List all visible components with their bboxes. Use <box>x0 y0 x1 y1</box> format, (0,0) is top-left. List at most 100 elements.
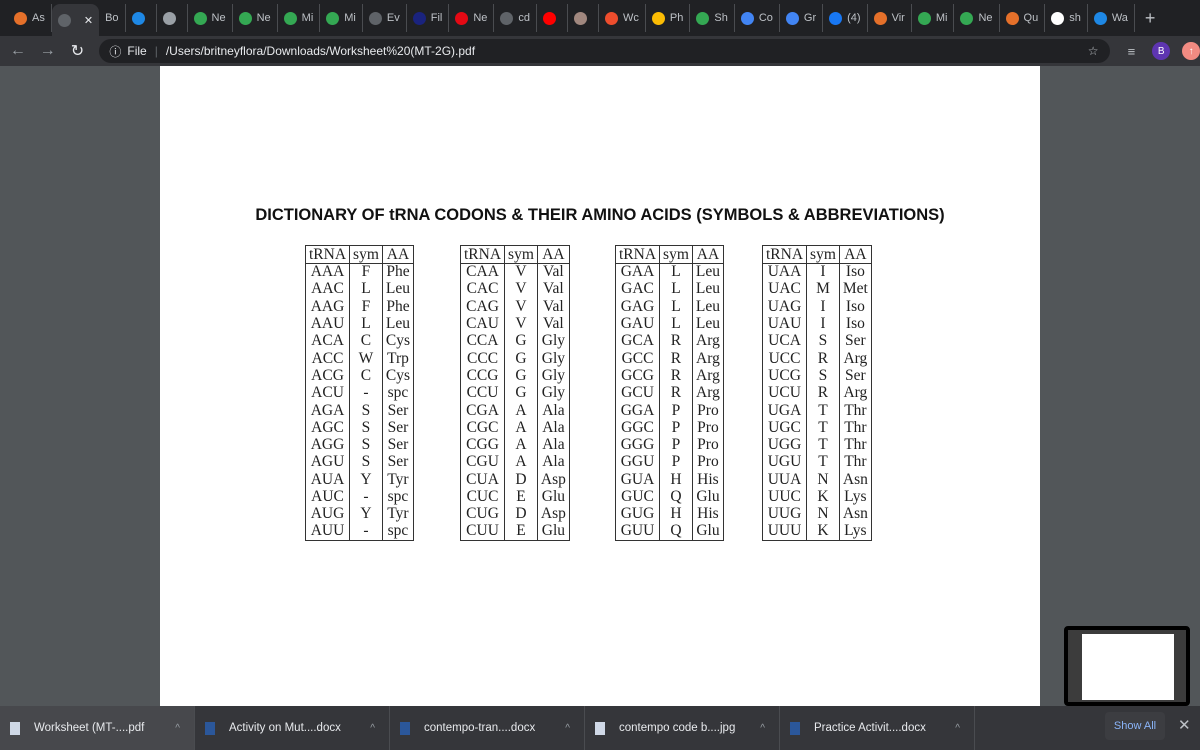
tab-label: Fil <box>430 12 443 24</box>
tab[interactable]: As <box>8 4 52 32</box>
table-row: AAA F Phe <box>306 263 414 281</box>
table-row: CUG D Asp <box>461 505 570 523</box>
tab[interactable]: Ne <box>449 4 495 32</box>
amino-acid-cell: Asn <box>838 505 872 523</box>
column-header: sym <box>806 245 840 264</box>
chevron-up-icon[interactable]: ^ <box>955 723 960 734</box>
amino-acid-cell: Glu <box>691 523 724 541</box>
symbol-cell: E <box>504 488 538 506</box>
table-row: AUG Y Tyr <box>306 505 414 523</box>
download-item[interactable]: contempo code b....jpg ^ <box>585 706 780 750</box>
amino-acid-cell: Thr <box>838 436 872 454</box>
table-row: CAC V Val <box>461 280 570 299</box>
tab[interactable]: Ne <box>188 4 233 32</box>
table-row: CUU E Glu <box>461 522 570 541</box>
window-thumbnail[interactable] <box>1064 626 1190 706</box>
download-item[interactable]: Activity on Mut....docx ^ <box>195 706 390 750</box>
tab-label: As <box>32 12 45 24</box>
table-row: CGA A Ala <box>461 401 570 420</box>
amino-acid-cell: Ala <box>536 401 570 420</box>
tab[interactable]: Wa <box>1088 4 1135 32</box>
table-row: GAC L Leu <box>616 280 724 299</box>
tab[interactable]: Wc <box>599 4 646 32</box>
codon-cell: CGA <box>466 401 499 419</box>
symbol-cell: V <box>504 280 538 299</box>
update-icon[interactable]: ↑ <box>1182 42 1200 60</box>
tab[interactable] <box>157 4 188 32</box>
info-icon[interactable]: ⓘ <box>109 43 121 60</box>
show-all-button[interactable]: Show All <box>1105 712 1165 740</box>
tab[interactable] <box>126 4 157 32</box>
bookmark-star-icon[interactable]: ☆ <box>1088 44 1099 58</box>
tab[interactable]: (4) <box>823 4 868 32</box>
tab[interactable]: Mi <box>278 4 321 32</box>
download-item[interactable]: contempo-tran....docx ^ <box>390 706 585 750</box>
tab[interactable] <box>568 4 600 32</box>
column-header: sym <box>659 245 693 264</box>
symbol-cell: V <box>504 315 538 333</box>
amino-acid-cell: Leu <box>691 298 724 316</box>
symbol-cell: S <box>806 367 840 385</box>
tab[interactable]: Mi <box>912 4 955 32</box>
download-item[interactable]: Practice Activit....docx ^ <box>780 706 975 750</box>
column-header: AA <box>691 245 724 264</box>
tab[interactable]: Ne <box>233 4 278 32</box>
chevron-up-icon[interactable]: ^ <box>760 723 765 734</box>
codon-cell: GUU <box>620 522 655 540</box>
chevron-up-icon[interactable]: ^ <box>370 723 375 734</box>
tab[interactable]: sh <box>1045 4 1088 32</box>
table-row: GUC Q Glu <box>616 488 724 506</box>
tab[interactable] <box>537 4 569 32</box>
avatar[interactable]: B <box>1152 42 1171 60</box>
symbol-cell: V <box>504 263 538 281</box>
download-filename: contempo-tran....docx <box>424 722 536 734</box>
codon-cell: GAC <box>621 280 654 298</box>
tab[interactable]: Gr <box>780 4 824 32</box>
reload-icon[interactable]: ↻ <box>66 41 90 61</box>
pdf-page: DICTIONARY OF tRNA CODONS & THEIR AMINO … <box>160 66 1040 706</box>
amino-acid-cell: Leu <box>381 280 414 299</box>
table-row: UUG N Asn <box>763 505 872 523</box>
tab[interactable]: Mi <box>320 4 363 32</box>
tab-label: Ev <box>386 12 400 24</box>
codon-cell: AAU <box>310 315 345 333</box>
tab[interactable]: Qu <box>1000 4 1046 32</box>
chevron-up-icon[interactable]: ^ <box>565 723 570 734</box>
tab[interactable]: Sh <box>690 4 735 32</box>
chevron-up-icon[interactable]: ^ <box>175 723 180 734</box>
close-downloads-icon[interactable]: ✕ <box>1178 716 1191 734</box>
codon-cell: CUU <box>466 522 499 540</box>
tab[interactable]: Ph <box>646 4 691 32</box>
amino-acid-cell: Phe <box>381 263 414 281</box>
address-bar[interactable]: ⓘ File | /Users/britneyflora/Downloads/W… <box>99 39 1111 63</box>
codon-cell: UAU <box>767 315 802 333</box>
table-row: GGG P Pro <box>616 436 724 454</box>
tab[interactable]: Co <box>735 4 780 32</box>
tab-label: Wa <box>1111 12 1128 24</box>
symbol-cell: D <box>504 471 538 489</box>
download-item[interactable]: Worksheet (MT-....pdf ^ <box>0 706 195 750</box>
word-doc-icon <box>790 721 800 735</box>
tab[interactable]: Ev <box>363 4 407 32</box>
back-icon[interactable]: ← <box>6 42 30 60</box>
tab[interactable]: ✕ <box>51 4 100 36</box>
forward-icon[interactable]: → <box>36 42 60 60</box>
symbol-cell: A <box>504 401 538 420</box>
table-row: ACC W Trp <box>306 349 414 368</box>
tab[interactable]: Vir <box>868 4 912 32</box>
codon-cell: ACG <box>311 366 344 384</box>
close-tab-icon[interactable]: ✕ <box>84 14 93 27</box>
new-tab-button[interactable]: + <box>1145 8 1156 29</box>
media-control-icon[interactable]: ≡ <box>1122 42 1140 60</box>
tab[interactable]: cd <box>494 4 538 32</box>
table-row: CGC A Ala <box>461 418 570 437</box>
codon-cell: CGC <box>466 418 499 436</box>
tab[interactable]: Ne <box>954 4 1000 32</box>
table-row: UGU T Thr <box>763 453 872 472</box>
table-row: GUG H His <box>616 505 724 523</box>
download-filename: Worksheet (MT-....pdf <box>34 722 145 734</box>
amino-acid-cell: spc <box>381 523 414 541</box>
tab[interactable]: Bo <box>99 4 126 32</box>
tab[interactable]: Fil <box>407 4 450 32</box>
amino-acid-cell: Arg <box>691 384 724 402</box>
